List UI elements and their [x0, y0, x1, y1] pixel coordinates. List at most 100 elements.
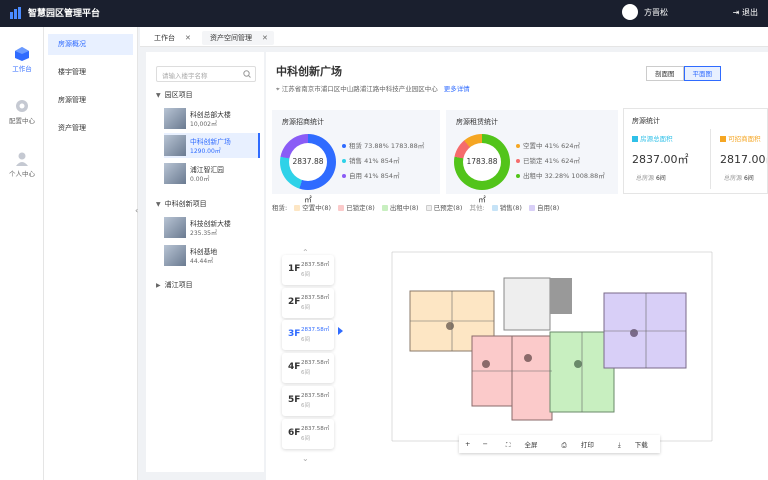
plan-view-button[interactable]: 平面图 — [683, 66, 721, 81]
node-name: 科创总部大楼 — [190, 111, 231, 119]
floor-item[interactable]: 5F 2837.58㎡ 6间 — [282, 386, 334, 416]
housing-stat-card: 房源统计 房源总面积 2837.00㎡ 总房源 6间 可招商面积 2817.00… — [623, 108, 768, 194]
tree-node[interactable]: 科创总部大楼 10,002㎡ — [164, 106, 260, 131]
node-name: 浦江智汇园 — [190, 166, 224, 174]
zoom-in-button[interactable]: + — [459, 440, 476, 448]
nav-item-config[interactable]: 配置中心 — [0, 99, 44, 125]
unit-selfuse — [603, 292, 687, 369]
caret-down-icon: ▼ — [156, 201, 161, 208]
donut-chart: 2837.88㎡ — [280, 134, 336, 204]
node-name: 中科创新广场 — [190, 138, 231, 146]
legend-item: 出租中 32.28% 1008.88㎡ — [516, 170, 605, 180]
top-bar: 智慧园区管理平台 方晋松 ⇥ 退出 — [0, 0, 768, 27]
tab-asset-space[interactable]: 资产空间管理 ✕ — [202, 31, 274, 45]
tab-workbench[interactable]: 工作台 ✕ — [146, 31, 194, 45]
legend-item: 销售 41% 854㎡ — [342, 155, 400, 165]
floor-item[interactable]: 3F 2837.58㎡ 6间 — [282, 320, 334, 350]
stat-label: 可招商面积 — [720, 133, 761, 143]
tab-label: 资产空间管理 — [210, 34, 252, 42]
cube-icon — [15, 47, 29, 61]
print-icon: ⎙ — [561, 440, 567, 449]
legend-item: 自用 41% 854㎡ — [342, 170, 400, 180]
legend-item: 租赁 73.88% 1783.88㎡ — [342, 140, 424, 150]
user-menu[interactable]: 方晋松 — [622, 4, 668, 20]
card-title: 房源统计 — [632, 117, 660, 125]
view-toggle: 剖面图 平面图 — [646, 66, 721, 81]
submenu-item-building[interactable]: 楼宇管理 — [48, 62, 133, 83]
stat-label: 房源总面积 — [632, 133, 673, 143]
app-title: 智慧园区管理平台 — [28, 9, 101, 19]
floor-item[interactable]: 6F 2837.58㎡ 6间 — [282, 419, 334, 449]
legend-group-label: 其他: — [469, 204, 485, 212]
avatar[interactable] — [622, 4, 638, 20]
tree-node[interactable]: 科技创新大楼 235.35㎡ — [164, 215, 260, 240]
tree-group[interactable]: ▶ 浦江项目 — [156, 280, 193, 290]
detail-link[interactable]: 更多详情 — [444, 85, 470, 93]
tree-group[interactable]: ▼ 中科创新项目 — [156, 199, 207, 209]
search-input[interactable]: 请输入楼宇名称 — [156, 66, 256, 82]
stat-value: 2817.00㎡ — [720, 153, 767, 166]
node-area: 0.00㎡ — [190, 176, 210, 183]
main-nav: 工作台 配置中心 个人中心 — [0, 27, 44, 480]
node-area: 235.35㎡ — [190, 230, 217, 237]
nav-label-workbench: 工作台 — [12, 65, 32, 73]
donut-center: 1783.88㎡ — [463, 143, 501, 204]
card-title: 房源租赁统计 — [456, 118, 498, 126]
location-icon: ⌖ — [276, 85, 280, 93]
person-icon — [16, 152, 28, 166]
submenu-item-housing[interactable]: 房源管理 — [48, 90, 133, 111]
legend-label: 空置中(8) — [302, 204, 331, 212]
building-thumbnail — [164, 108, 186, 129]
submenu-item-asset[interactable]: 资产管理 — [48, 118, 133, 139]
donut-chart: 1783.88㎡ — [454, 134, 510, 204]
logout-icon: ⇥ — [732, 8, 740, 17]
legend-group-label: 租赁: — [272, 204, 288, 212]
building-thumbnail — [164, 163, 186, 184]
building-thumbnail — [164, 135, 186, 156]
collapse-icon[interactable]: ‹ — [135, 206, 138, 215]
submenu-item-overview[interactable]: 房源概况 — [48, 34, 133, 55]
tree-node[interactable]: 中科创新广场 1290.00㎡ — [164, 133, 260, 158]
legend-label: 出租中(8) — [389, 204, 419, 212]
building-tree: 请输入楼宇名称 ▼ 园区项目 科创总部大楼 10,002㎡ 中科创新广场 1290.0… — [146, 52, 264, 472]
stat-sub: 总房源 6间 — [636, 175, 666, 182]
building-thumbnail — [164, 245, 186, 266]
tree-group[interactable]: ▼ 园区项目 — [156, 90, 193, 100]
download-icon: ⤓ — [617, 440, 621, 449]
node-name: 科技创新大楼 — [190, 220, 231, 228]
floor-item[interactable]: 2F 2837.58㎡ 6间 — [282, 288, 334, 318]
node-area: 44.44㎡ — [190, 258, 214, 265]
nav-item-workbench[interactable]: 工作台 — [0, 47, 44, 73]
tree-node[interactable]: 科创基地 44.44㎡ — [164, 243, 260, 268]
card-title: 房源招商统计 — [282, 118, 324, 126]
legend-item: 空置中 41% 624㎡ — [516, 140, 580, 150]
nav-item-profile[interactable]: 个人中心 — [0, 152, 44, 178]
download-button[interactable]: ⤓ 下载 — [606, 439, 660, 450]
tree-node[interactable]: 浦江智汇园 0.00㎡ — [164, 161, 260, 186]
legend-item: 已锁定 41% 624㎡ — [516, 155, 580, 165]
tab-label: 工作台 — [154, 34, 175, 42]
unit-locked-2 — [511, 335, 553, 421]
fullscreen-button[interactable]: ⛶ 全屏 — [494, 439, 550, 450]
close-icon[interactable]: ✕ — [262, 34, 268, 42]
close-icon[interactable]: ✕ — [185, 34, 191, 42]
logout-label: 退出 — [742, 8, 758, 17]
zoom-out-button[interactable]: − — [476, 440, 493, 448]
stat-sub: 总房源 6间 — [724, 175, 754, 182]
plan-toolbar: + − ⛶ 全屏 ⎙ 打印 ⤓ 下载 — [459, 435, 660, 453]
floor-item[interactable]: 4F 2837.58㎡ 6间 — [282, 353, 334, 383]
logout-button[interactable]: ⇥ 退出 — [733, 7, 758, 18]
legend-label: 自用(8) — [537, 204, 560, 212]
floor-item[interactable]: 1F 2837.58㎡ 6间 — [282, 255, 334, 285]
legend-label: 已预定(8) — [433, 204, 463, 212]
invest-card: 房源招商统计 2837.88㎡ 租赁 73.88% 1783.88㎡ 销售 41… — [272, 110, 440, 204]
print-button[interactable]: ⎙ 打印 — [550, 439, 606, 450]
user-name: 方晋松 — [644, 7, 668, 17]
tree-group-label: 浦江项目 — [164, 281, 193, 289]
donut-center: 2837.88㎡ — [289, 143, 327, 204]
section-view-button[interactable]: 剖面图 — [646, 66, 684, 81]
node-name: 科创基地 — [190, 248, 218, 256]
nav-label-config: 配置中心 — [9, 117, 35, 125]
chevron-down-icon[interactable]: ⌄ — [302, 454, 309, 463]
address-text: 江苏省南京市浦口区中山路浦江路中科技产业园区中心 — [281, 85, 438, 93]
